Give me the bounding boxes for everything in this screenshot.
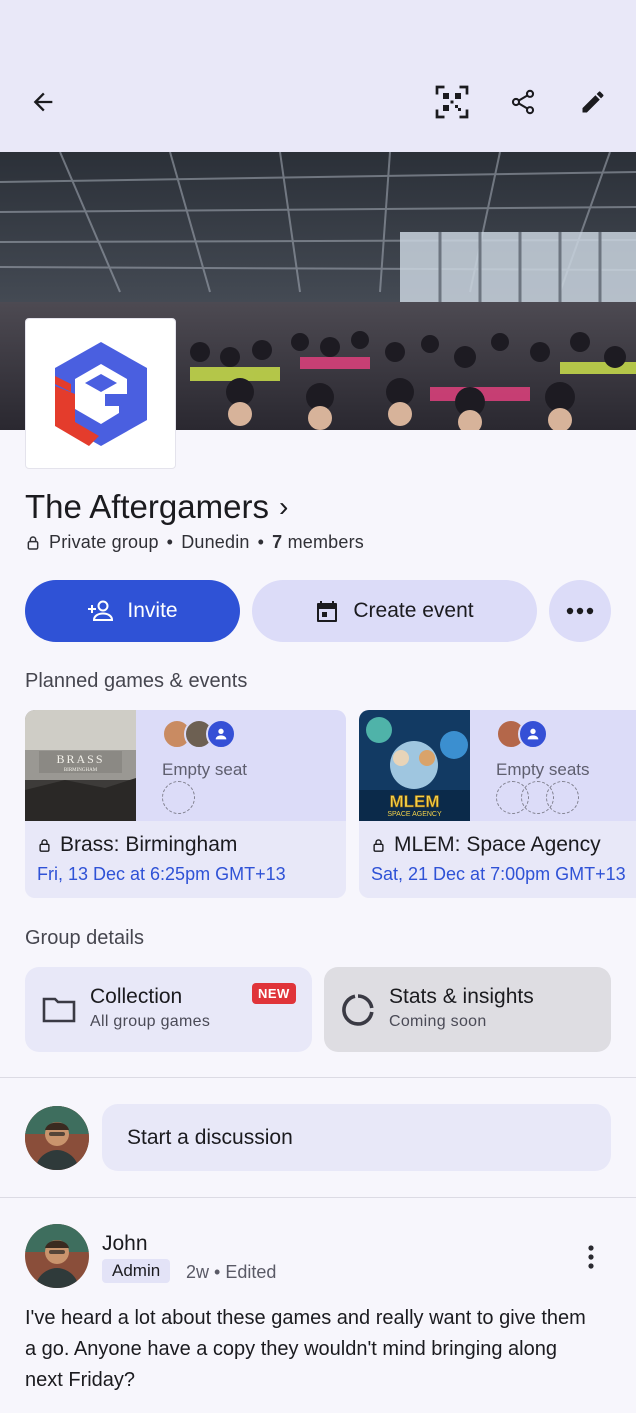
group-name[interactable]: The Aftergamers › bbox=[25, 488, 288, 526]
person-icon bbox=[215, 728, 227, 740]
empty-seat bbox=[162, 781, 195, 814]
collection-subtitle: All group games bbox=[90, 1013, 211, 1030]
qr-code-icon bbox=[435, 85, 469, 119]
post-author-name[interactable]: John bbox=[102, 1232, 148, 1256]
more-vertical-icon bbox=[588, 1245, 594, 1269]
members-count: 7 bbox=[272, 532, 283, 552]
create-event-button[interactable]: Create event bbox=[252, 580, 537, 642]
arrow-back-icon bbox=[33, 92, 53, 112]
event-title: MLEM: Space Agency bbox=[371, 833, 601, 857]
more-options-button[interactable] bbox=[549, 580, 611, 642]
chevron-right-icon: › bbox=[278, 491, 289, 522]
empty-seat-label: Empty seats bbox=[496, 760, 590, 779]
event-game-name: MLEM: Space Agency bbox=[394, 833, 601, 856]
privacy-label: Private group bbox=[49, 532, 159, 552]
participant-avatars bbox=[162, 719, 236, 749]
stats-title: Stats & insights bbox=[389, 985, 534, 1008]
members-label: members bbox=[287, 532, 364, 552]
event-date: Sat, 21 Dec at 7:00pm GMT+13 bbox=[371, 864, 626, 884]
new-badge: NEW bbox=[252, 983, 296, 1004]
person-icon bbox=[527, 728, 539, 740]
avatar bbox=[518, 719, 548, 749]
group-name-text: The Aftergamers bbox=[25, 488, 269, 525]
meta-separator: • bbox=[257, 532, 265, 552]
lock-icon bbox=[27, 535, 39, 550]
empty-seat-label: Empty seat bbox=[162, 760, 248, 779]
group-logo bbox=[25, 318, 176, 469]
collection-title: Collection bbox=[90, 985, 183, 1008]
lock-icon bbox=[373, 838, 384, 852]
event-title: Brass: Birmingham bbox=[37, 833, 237, 857]
section-title-planned: Planned games & events bbox=[25, 670, 248, 692]
post-body: I've heard a lot about these games and r… bbox=[25, 1307, 586, 1390]
empty-seats bbox=[496, 781, 579, 814]
empty-seat bbox=[546, 781, 579, 814]
calendar-icon bbox=[317, 601, 338, 622]
post-options-button[interactable] bbox=[577, 1240, 605, 1274]
top-app-bar bbox=[0, 0, 636, 152]
current-user-avatar bbox=[25, 1106, 89, 1170]
back-button[interactable] bbox=[21, 80, 65, 124]
event-date: Fri, 13 Dec at 6:25pm GMT+13 bbox=[37, 864, 286, 884]
cover-title-text: BRASS bbox=[56, 752, 104, 766]
divider bbox=[0, 1197, 636, 1198]
members-link[interactable]: 7 members bbox=[272, 532, 364, 553]
avatar bbox=[206, 719, 236, 749]
event-participants: Empty seats bbox=[470, 710, 636, 821]
edit-button[interactable] bbox=[571, 80, 615, 124]
game-cover-brass: BRASS BIRMINGHAM bbox=[25, 710, 136, 821]
folder-icon bbox=[42, 997, 76, 1023]
qr-code-button[interactable] bbox=[430, 80, 474, 124]
create-event-label: Create event bbox=[353, 599, 474, 622]
lock-icon bbox=[39, 838, 50, 852]
participant-avatars bbox=[496, 719, 548, 749]
stats-subtitle: Coming soon bbox=[389, 1013, 487, 1030]
edit-pencil-icon bbox=[582, 91, 604, 113]
invite-button[interactable]: Invite bbox=[25, 580, 240, 642]
divider bbox=[0, 1077, 636, 1078]
post-author-avatar[interactable] bbox=[25, 1224, 89, 1288]
donut-chart-icon bbox=[342, 994, 374, 1026]
empty-seats bbox=[162, 781, 195, 814]
meta-separator: • bbox=[166, 532, 174, 552]
event-game-name: Brass: Birmingham bbox=[60, 833, 238, 856]
share-icon bbox=[511, 89, 535, 115]
role-badge: Admin bbox=[102, 1259, 171, 1283]
group-meta: Private group • Dunedin • 7 members bbox=[25, 532, 364, 553]
share-button[interactable] bbox=[501, 80, 545, 124]
more-horizontal-icon bbox=[566, 607, 594, 615]
event-card[interactable]: BRASS BIRMINGHAM Empty seat Brass: Birmi… bbox=[25, 710, 346, 898]
collection-card[interactable]: Collection All group games NEW bbox=[25, 967, 312, 1052]
cover-subtitle-text: SPACE AGENCY bbox=[387, 811, 442, 818]
stats-card: Stats & insights Coming soon bbox=[324, 967, 611, 1052]
post-meta: 2w • Edited bbox=[186, 1262, 277, 1282]
game-cover-mlem: MLEM SPACE AGENCY bbox=[359, 710, 470, 821]
section-title-details: Group details bbox=[25, 927, 144, 949]
person-add-icon bbox=[88, 600, 114, 621]
invite-label: Invite bbox=[127, 599, 178, 622]
location-label: Dunedin bbox=[181, 532, 250, 552]
cover-subtitle-text: BIRMINGHAM bbox=[64, 768, 98, 773]
event-participants: Empty seat bbox=[136, 710, 346, 821]
cover-title-text: MLEM bbox=[389, 792, 439, 811]
start-discussion-placeholder: Start a discussion bbox=[127, 1125, 293, 1149]
start-discussion-input[interactable]: Start a discussion bbox=[102, 1104, 611, 1171]
event-card[interactable]: MLEM SPACE AGENCY Empty seats MLEM: Spac… bbox=[359, 710, 636, 898]
group-logo-mark bbox=[54, 341, 147, 446]
